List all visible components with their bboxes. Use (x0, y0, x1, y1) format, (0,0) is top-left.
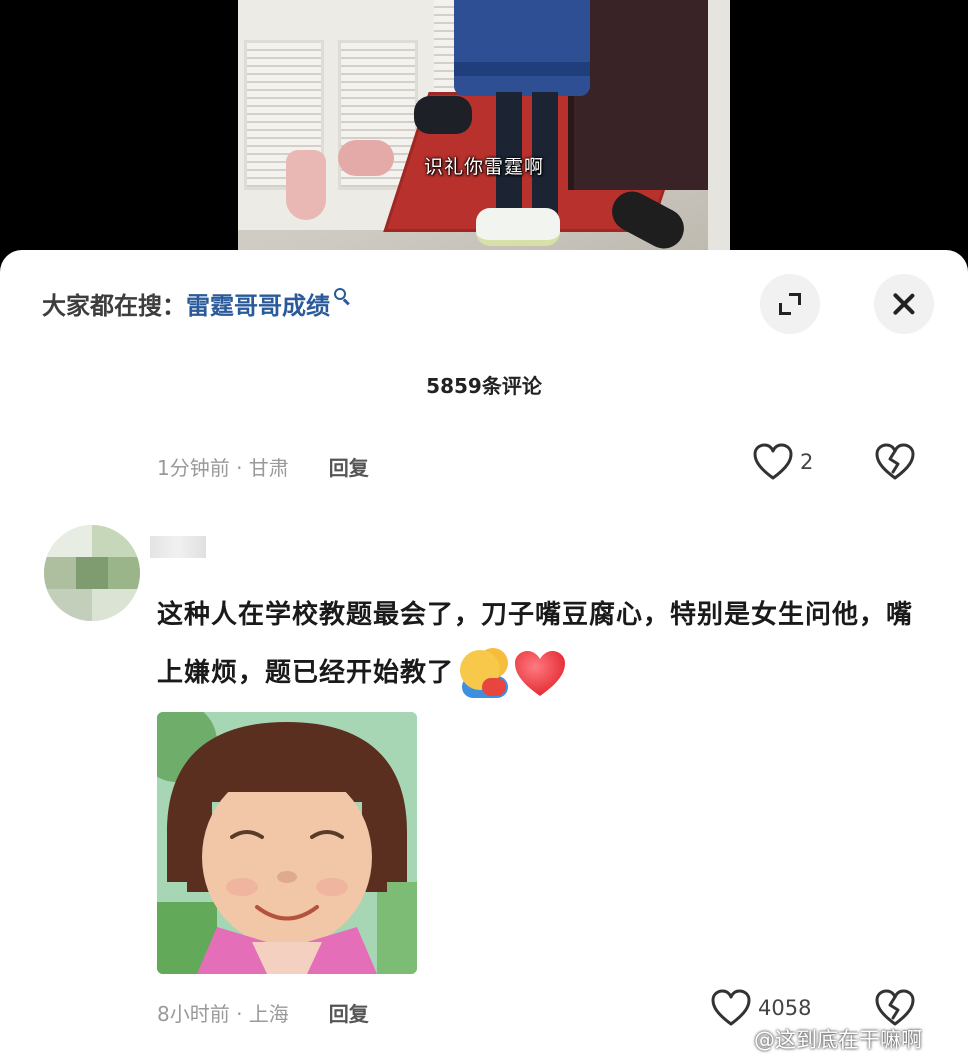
video-frame: 识礼你雷霆啊 (238, 0, 730, 262)
hug-emoji (458, 647, 512, 700)
heart-outline-icon (753, 443, 793, 480)
comment-time-location: 1分钟前 · 甘肃 (157, 456, 289, 480)
sticker-image[interactable] (157, 712, 417, 974)
reply-button[interactable]: 回复 (329, 1002, 369, 1026)
red-heart-emoji (515, 650, 566, 696)
weibo-logo-icon (722, 1032, 749, 1052)
video-person-jacket (454, 0, 590, 96)
video-door-frame (708, 0, 730, 262)
like-button[interactable]: 2 (752, 442, 813, 482)
broken-heart-icon[interactable] (874, 988, 916, 1028)
broken-heart-icon[interactable] (874, 442, 916, 482)
username-blurred[interactable] (150, 536, 206, 558)
video-person-shoe (476, 208, 560, 246)
like-count: 2 (800, 450, 814, 474)
comment-meta: 1分钟前 · 甘肃 回复 (157, 452, 369, 481)
like-count: 4058 (758, 996, 812, 1020)
weibo-watermark: @这到底在干嘛啊 (722, 1024, 922, 1054)
like-button[interactable]: 4058 (710, 988, 811, 1028)
trending-search-prefix: 大家都在搜： (42, 292, 186, 320)
watermark-text: @这到底在干嘛啊 (754, 1028, 922, 1052)
comment-count: 5859条评论 (426, 374, 542, 398)
trending-search-term[interactable]: 雷霆哥哥成绩 (186, 292, 330, 320)
comment-sheet: 大家都在搜：雷霆哥哥成绩 5859条评论 1分钟前 · 甘肃 回复 2 这种人在学… (0, 250, 968, 1062)
video-subtitle: 识礼你雷霆啊 (423, 156, 544, 178)
video-player[interactable]: 识礼你雷霆啊 (0, 0, 968, 262)
comment-meta: 8小时前 · 上海 回复 (157, 998, 369, 1027)
comment-time-location: 8小时前 · 上海 (157, 1002, 289, 1026)
expand-button[interactable] (760, 274, 820, 334)
close-button[interactable] (874, 274, 934, 334)
close-icon (891, 291, 917, 317)
search-icon[interactable] (332, 288, 350, 306)
avatar[interactable] (44, 525, 140, 621)
heart-outline-icon (711, 989, 751, 1026)
comment-body: 这种人在学校教题最会了，刀子嘴豆腐心，特别是女生问他，嘴上嫌烦，题已经开始教了 (157, 586, 917, 702)
video-shoes (414, 96, 472, 134)
reply-button[interactable]: 回复 (329, 456, 369, 480)
expand-icon (777, 291, 803, 317)
trending-search[interactable]: 大家都在搜：雷霆哥哥成绩 (42, 286, 350, 321)
